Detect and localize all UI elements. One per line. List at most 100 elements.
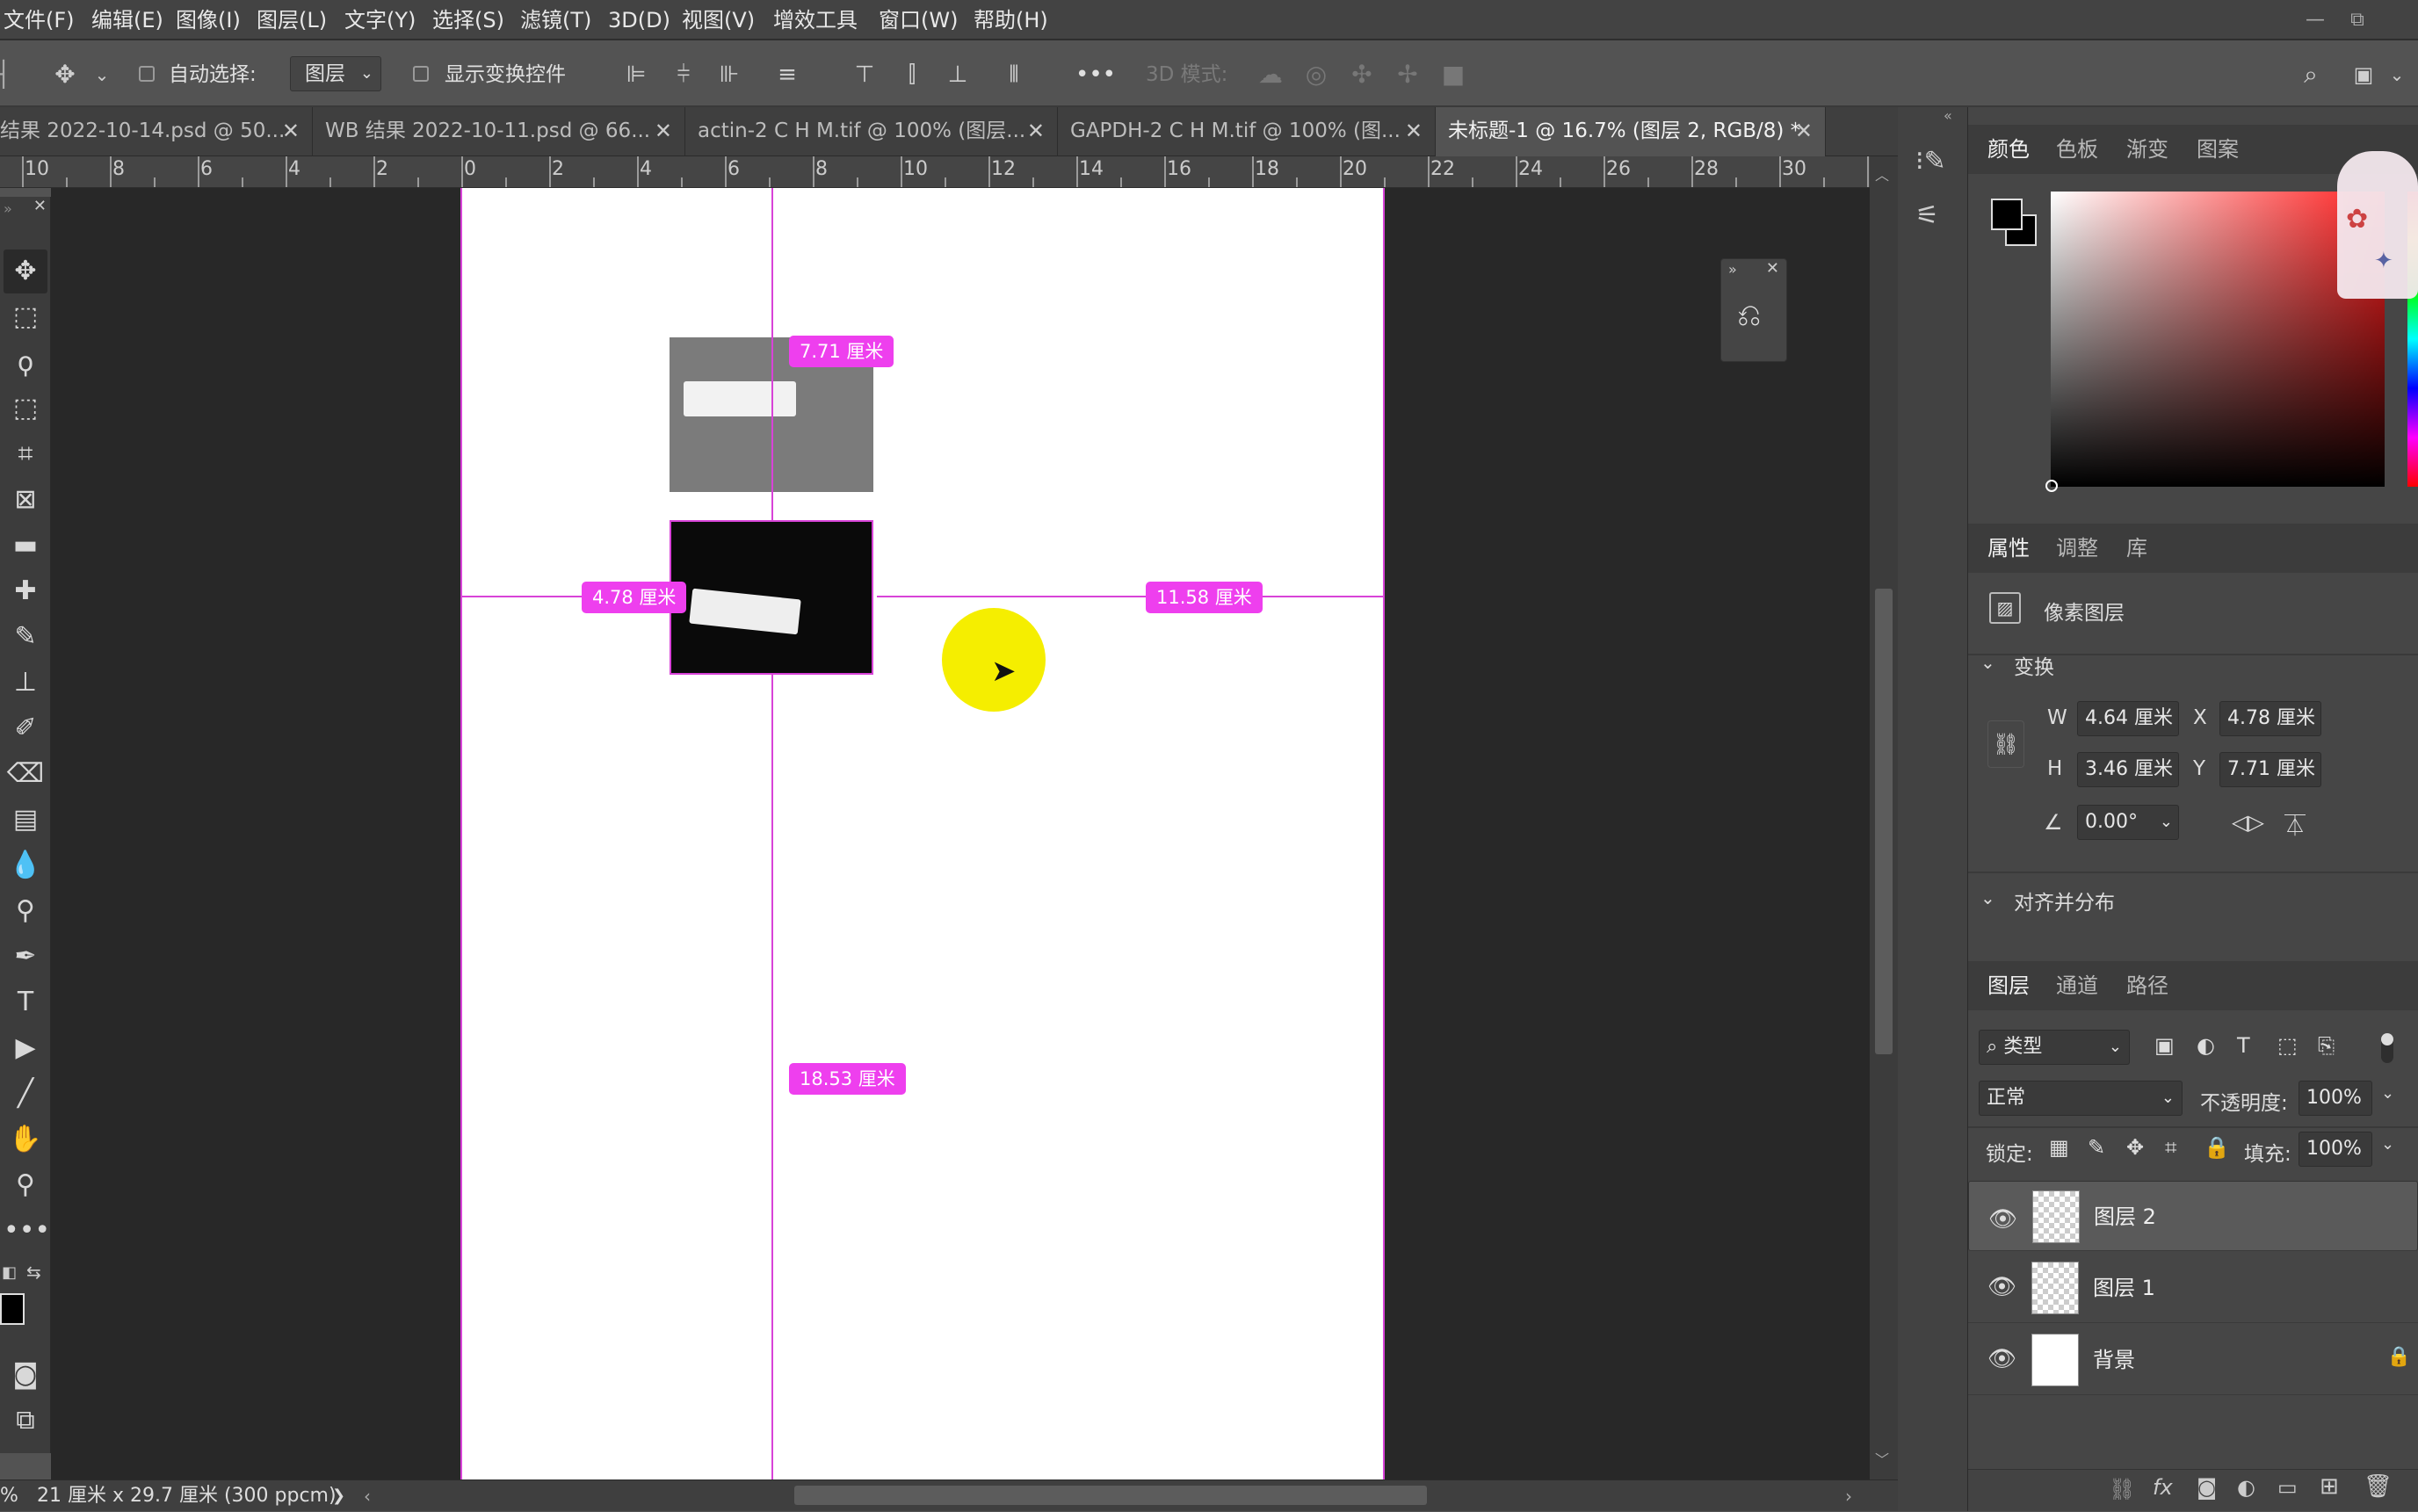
chevron-down-icon[interactable]: ⌄ [91, 42, 112, 107]
line-tool-icon[interactable]: ╱ [4, 1072, 47, 1116]
filter-smart-object-icon[interactable]: ⎘ [2318, 1033, 2335, 1058]
y-position-field[interactable]: 7.71 厘米 [2219, 752, 2321, 787]
lock-all-icon[interactable]: 🔒 [2204, 1135, 2230, 1160]
move-tool-icon[interactable]: ✥ [4, 250, 47, 293]
type-tool-icon[interactable]: T [4, 980, 47, 1024]
menu-3d[interactable]: 3D(D) [608, 0, 670, 40]
layer-row-layer-1[interactable]: 👁 图层 1 [1968, 1253, 2418, 1323]
visibility-eye-icon[interactable]: 👁 [1987, 1346, 2016, 1372]
home-icon[interactable]: ┤ [0, 42, 12, 107]
menu-type[interactable]: 文字(Y) [344, 0, 416, 40]
color-picker-field[interactable] [2045, 192, 2385, 492]
chevron-down-icon[interactable]: ⌄ [2386, 42, 2407, 107]
object-select-tool-icon[interactable]: ⬚ [4, 387, 47, 430]
flip-horizontal-icon[interactable]: ◁▷ [2232, 810, 2264, 835]
close-icon[interactable]: ✕ [1766, 259, 1779, 278]
marquee-tool-icon[interactable]: ⬚ [4, 295, 47, 339]
menu-file[interactable]: 文件(F) [4, 0, 75, 40]
history-brush-icon[interactable]: ✐ [4, 706, 47, 750]
3d-slide-icon[interactable]: ✢ [1390, 42, 1425, 107]
close-icon[interactable]: ✕ [1405, 107, 1423, 155]
chevron-down-icon[interactable]: ⌄ [1980, 652, 1995, 673]
stamp-tool-icon[interactable]: ⊥ [4, 661, 47, 705]
lasso-tool-icon[interactable]: ϙ [4, 341, 47, 385]
3d-roll-icon[interactable]: ◎ [1299, 42, 1334, 107]
blend-mode-dropdown[interactable]: 正常 ⌄ [1979, 1081, 2183, 1116]
add-mask-icon[interactable]: ◙ [2197, 1475, 2217, 1500]
frame-tool-icon[interactable]: ⊠ [4, 478, 47, 522]
tab-document-4[interactable]: GAPDH-2 C H M.tif @ 100% (图... ✕ [1058, 107, 1436, 156]
3d-orbit-icon[interactable]: ☁ [1253, 42, 1288, 107]
window-minimize-button[interactable]: — [2302, 7, 2328, 33]
distribute-horizontal-icon[interactable]: ⦀ [998, 42, 1030, 107]
close-icon[interactable]: ✕ [1795, 107, 1813, 155]
align-middle-icon[interactable]: ⫿ [896, 42, 928, 107]
canvas-area[interactable]: 7.71 厘米 4.78 厘米 11.58 厘米 18.53 厘米 ➤ » ✕ … [51, 188, 1870, 1479]
hand-tool-icon[interactable]: ✋ [4, 1118, 47, 1161]
align-distribute-section-title[interactable]: 对齐并分布 [2014, 886, 2115, 915]
blur-tool-icon[interactable]: 💧 [4, 843, 47, 887]
align-right-icon[interactable]: ⊪ [713, 42, 745, 107]
scroll-up-icon[interactable]: ︿ [1875, 163, 1889, 184]
pen-tool-icon[interactable]: ✒ [4, 935, 47, 979]
vertical-scroll-thumb[interactable] [1875, 589, 1893, 1054]
layer-name[interactable]: 背景 [2093, 1325, 2135, 1395]
chevron-down-icon[interactable]: ⌄ [2381, 1135, 2394, 1154]
layer-row-background[interactable]: 👁 背景 🔒 [1968, 1325, 2418, 1395]
tab-document-active[interactable]: 未标题-1 @ 16.7% (图层 2, RGB/8) * ✕ [1436, 107, 1826, 156]
layer-filter-dropdown[interactable]: ⌕ 类型 ⌄ [1979, 1030, 2130, 1065]
tab-patterns[interactable]: 图案 [2197, 125, 2239, 174]
opacity-field[interactable]: 100% [2299, 1081, 2372, 1116]
path-select-icon[interactable]: ▶ [4, 1026, 47, 1070]
scroll-down-icon[interactable]: ﹀ [1875, 1448, 1889, 1469]
eraser-tool-icon[interactable]: ⌫ [4, 752, 47, 796]
delete-layer-icon[interactable]: 🗑 [2364, 1473, 2393, 1500]
workspace-icon[interactable]: ▣ [2346, 42, 2381, 107]
fx-icon[interactable]: fx [2153, 1475, 2173, 1500]
filter-type-icon[interactable]: T [2237, 1033, 2250, 1058]
angle-field[interactable]: 0.00° ⌄ [2077, 805, 2179, 840]
brush-settings-icon[interactable]: ⁝✎ [1915, 146, 1946, 177]
link-dimensions-icon[interactable]: ⛓ [1987, 720, 2024, 768]
color-picker-handle[interactable] [2045, 480, 2058, 492]
tab-color[interactable]: 颜色 [1987, 125, 2030, 174]
screen-mode-icon[interactable]: ⧉ [4, 1399, 47, 1443]
tab-libraries[interactable]: 库 [2126, 524, 2147, 573]
height-field[interactable]: 3.46 厘米 [2077, 752, 2179, 787]
align-top-icon[interactable]: ⊤ [849, 42, 880, 107]
quick-mask-icon[interactable]: ◙ [4, 1353, 47, 1397]
menu-plugins[interactable]: 增效工具 [773, 0, 858, 40]
menu-window[interactable]: 窗口(W) [879, 0, 958, 40]
lock-artboard-icon[interactable]: ⌗ [2165, 1135, 2177, 1160]
link-layers-icon[interactable]: ⛓ [2109, 1477, 2135, 1501]
filter-toggle[interactable] [2381, 1033, 2393, 1063]
chevron-down-icon[interactable]: ⌄ [1980, 887, 1995, 908]
menu-select[interactable]: 选择(S) [432, 0, 504, 40]
filter-adjustment-icon[interactable]: ◐ [2197, 1033, 2215, 1058]
document-canvas[interactable] [462, 188, 1385, 1479]
chevron-down-icon[interactable]: ⌄ [2381, 1084, 2394, 1103]
tab-channels[interactable]: 通道 [2056, 961, 2098, 1010]
filter-pixel-icon[interactable]: ▣ [2154, 1033, 2175, 1058]
align-left-icon[interactable]: ⊫ [620, 42, 652, 107]
new-layer-icon[interactable]: ⊞ [2320, 1473, 2339, 1500]
close-icon[interactable]: ✕ [33, 197, 47, 215]
lock-transparency-icon[interactable]: ▦ [2049, 1135, 2069, 1160]
tab-document-2[interactable]: WB 结果 2022-10-11.psd @ 66... ✕ [313, 107, 685, 156]
x-position-field[interactable]: 4.78 厘米 [2219, 701, 2321, 736]
move-tool-icon[interactable]: ✥ [46, 42, 84, 107]
tab-document-1[interactable]: 结果 2022-10-14.psd @ 50... ✕ [0, 107, 313, 156]
menu-layer[interactable]: 图层(L) [257, 0, 327, 40]
tab-swatches[interactable]: 色板 [2056, 125, 2098, 174]
menu-edit[interactable]: 编辑(E) [91, 0, 163, 40]
scroll-right-icon[interactable]: › [1845, 1480, 1852, 1512]
width-field[interactable]: 4.64 厘米 [2077, 701, 2179, 736]
swap-colors-icon[interactable]: ⇆ [26, 1262, 41, 1283]
lock-pixels-icon[interactable]: ✎ [2088, 1135, 2105, 1160]
layer-row-layer-2[interactable]: 👁 图层 2 [1968, 1181, 2418, 1251]
fill-field[interactable]: 100% [2299, 1132, 2372, 1167]
transform-section-title[interactable]: 变换 [2014, 650, 2054, 680]
tab-adjustments[interactable]: 调整 [2056, 524, 2098, 573]
visibility-eye-icon[interactable]: 👁 [1987, 1274, 2016, 1300]
foreground-color-swatch[interactable] [0, 1293, 25, 1325]
